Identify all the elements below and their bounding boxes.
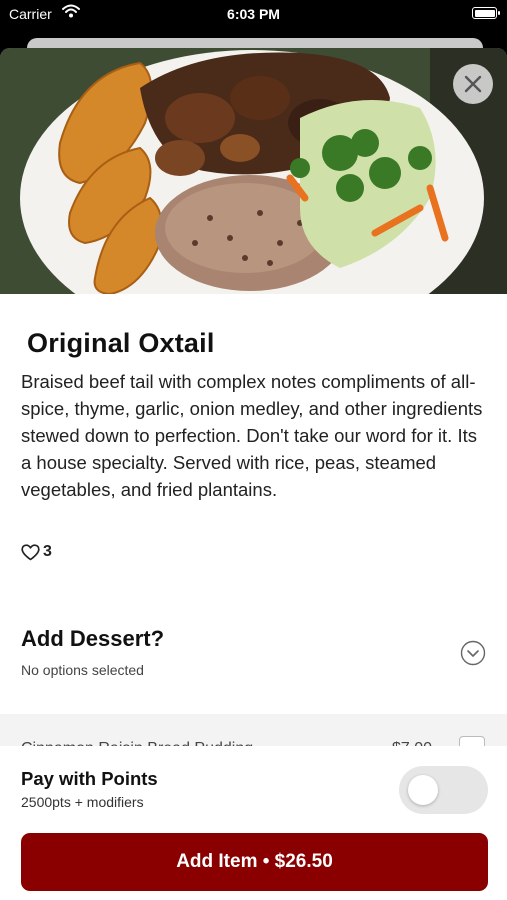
item-title: Original Oxtail: [27, 328, 215, 358]
like-count: 3: [43, 543, 52, 560]
close-button[interactable]: [453, 64, 493, 104]
dessert-section-title: Add Dessert?: [21, 626, 165, 651]
heart-outline-icon: [21, 543, 40, 560]
status-time: 6:03 PM: [227, 6, 280, 22]
chevron-down-circle-icon: [460, 640, 486, 666]
item-description: Braised beef tail with complex notes com…: [21, 371, 483, 500]
item-photo: [0, 48, 507, 294]
expand-dessert-button[interactable]: [460, 640, 486, 666]
like-button[interactable]: 3: [21, 542, 52, 562]
order-footer: Pay with Points 2500pts + modifiers Add …: [0, 746, 507, 900]
add-item-button[interactable]: Add Item • $26.50: [21, 833, 488, 891]
dessert-section-subtitle: No options selected: [21, 662, 144, 678]
item-detail-sheet: Original Oxtail Braised beef tail with c…: [0, 48, 507, 900]
close-icon: [464, 75, 482, 93]
battery-icon: [472, 7, 500, 19]
toggle-knob: [408, 775, 438, 805]
pay-with-points-title: Pay with Points: [21, 768, 158, 789]
status-bar: Carrier 6:03 PM: [0, 0, 507, 30]
pay-with-points-subtitle: 2500pts + modifiers: [21, 794, 144, 810]
pay-with-points-toggle[interactable]: [399, 766, 488, 814]
